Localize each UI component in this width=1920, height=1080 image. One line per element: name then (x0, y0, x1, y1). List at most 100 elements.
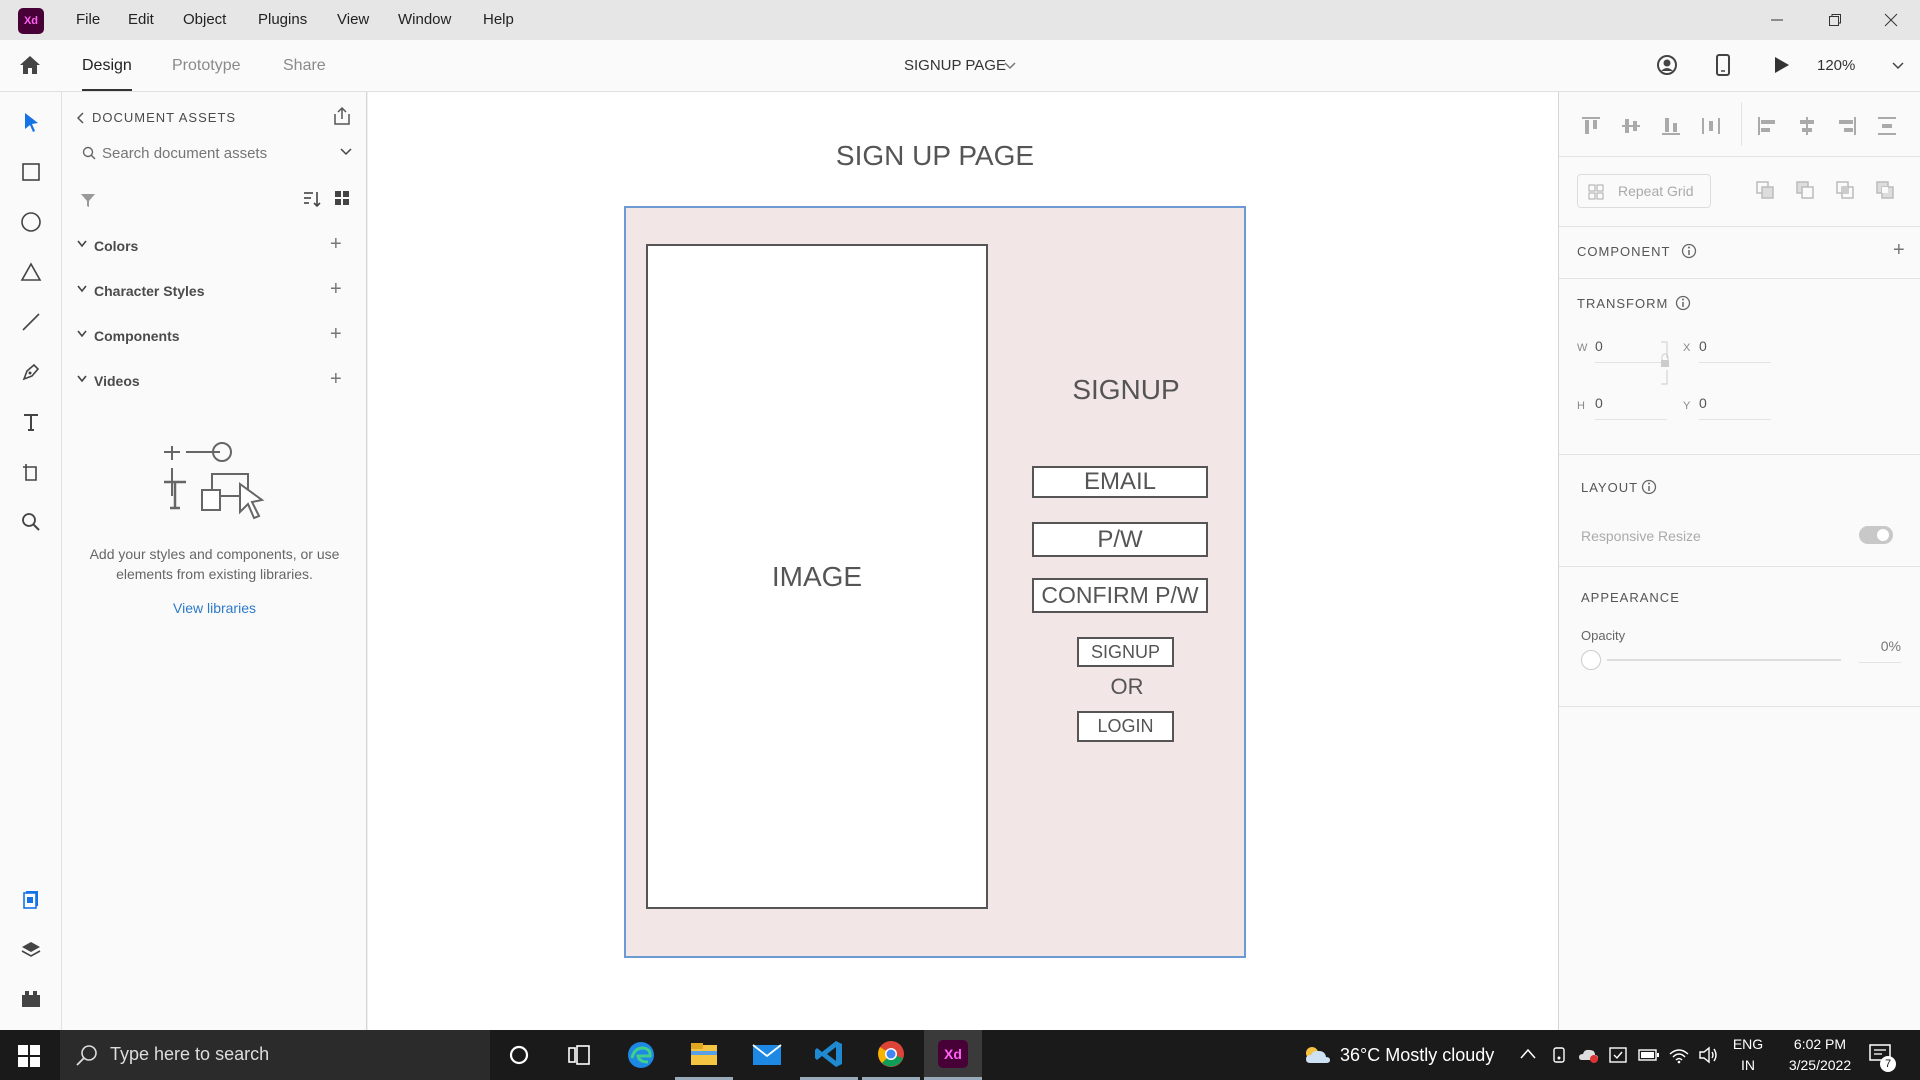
distribute-vertical-icon[interactable] (1701, 116, 1721, 136)
menu-file[interactable]: File (76, 0, 100, 40)
opacity-slider-track[interactable] (1607, 659, 1841, 661)
clock-date[interactable]: 3/25/2022 (1770, 1057, 1870, 1073)
filter-icon[interactable] (80, 192, 96, 208)
chevron-down-icon[interactable] (77, 285, 87, 293)
taskbar-search-box[interactable]: Type here to search (60, 1030, 490, 1080)
align-left-icon[interactable] (1757, 116, 1777, 136)
close-button[interactable] (1862, 0, 1920, 40)
section-character-styles[interactable]: Character Styles (94, 283, 205, 299)
x-input[interactable]: 0 (1699, 338, 1771, 363)
password-field[interactable]: P/W (1032, 522, 1208, 557)
document-title[interactable]: SIGNUP PAGE (904, 40, 1006, 92)
clock-time[interactable]: 6:02 PM (1770, 1036, 1870, 1052)
pen-tool-icon[interactable] (16, 357, 46, 387)
tab-prototype[interactable]: Prototype (172, 40, 240, 92)
artboard-tool-icon[interactable] (16, 457, 46, 487)
chevron-down-icon[interactable] (1004, 62, 1016, 70)
chevron-down-icon[interactable] (77, 375, 87, 383)
info-icon[interactable] (1681, 243, 1697, 259)
tab-design[interactable]: Design (82, 40, 132, 92)
text-tool-icon[interactable] (16, 407, 46, 437)
chrome-icon[interactable] (862, 1030, 920, 1080)
language-indicator-top[interactable]: ENG (1732, 1036, 1764, 1052)
line-tool-icon[interactable] (16, 307, 46, 337)
signup-artboard[interactable]: IMAGE SIGNUP EMAIL P/W CONFIRM P/W SIGNU… (624, 206, 1246, 958)
repeat-grid-button[interactable]: Repeat Grid (1577, 174, 1711, 208)
opacity-input[interactable]: 0% (1859, 638, 1901, 663)
search-options-chevron-icon[interactable] (340, 148, 352, 156)
polygon-tool-icon[interactable] (16, 257, 46, 287)
ellipse-tool-icon[interactable] (16, 207, 46, 237)
boolean-subtract-icon[interactable] (1795, 180, 1815, 200)
signup-button[interactable]: SIGNUP (1077, 637, 1174, 667)
plugins-panel-icon[interactable] (16, 984, 46, 1014)
task-view-icon[interactable] (550, 1030, 608, 1080)
back-chevron-icon[interactable] (77, 112, 85, 124)
grid-view-icon[interactable] (334, 190, 350, 206)
add-color-button[interactable]: + (330, 234, 342, 254)
play-icon[interactable] (1774, 56, 1790, 74)
battery-icon[interactable] (1638, 1048, 1660, 1062)
edge-browser-icon[interactable] (612, 1030, 670, 1080)
aspect-lock-icon[interactable] (1659, 340, 1671, 388)
opacity-slider-handle[interactable] (1581, 650, 1601, 670)
layers-panel-icon[interactable] (16, 934, 46, 964)
zoom-level[interactable]: 120% (1817, 40, 1855, 92)
menu-window[interactable]: Window (398, 0, 451, 40)
menu-edit[interactable]: Edit (128, 0, 154, 40)
assets-search-input[interactable] (102, 140, 322, 166)
info-icon[interactable] (1675, 295, 1691, 311)
tab-share[interactable]: Share (283, 40, 326, 92)
add-character-style-button[interactable]: + (330, 279, 342, 299)
boolean-exclude-icon[interactable] (1875, 180, 1895, 200)
align-right-icon[interactable] (1837, 116, 1857, 136)
align-bottom-icon[interactable] (1661, 116, 1681, 136)
section-components[interactable]: Components (94, 328, 180, 344)
user-share-icon[interactable] (1656, 54, 1678, 76)
boolean-add-icon[interactable] (1755, 180, 1775, 200)
responsive-resize-toggle[interactable] (1859, 526, 1893, 544)
add-video-button[interactable]: + (330, 369, 342, 389)
mail-icon[interactable] (738, 1030, 796, 1080)
windows-start-icon[interactable] (18, 1045, 40, 1067)
align-middle-icon[interactable] (1621, 116, 1641, 136)
align-center-icon[interactable] (1797, 116, 1817, 136)
language-indicator-bottom[interactable]: IN (1732, 1057, 1764, 1073)
device-preview-icon[interactable] (1716, 54, 1730, 76)
image-placeholder[interactable]: IMAGE (646, 244, 988, 909)
chevron-down-icon[interactable] (77, 240, 87, 248)
restore-button[interactable] (1806, 0, 1864, 40)
y-input[interactable]: 0 (1699, 395, 1771, 420)
align-top-icon[interactable] (1581, 116, 1601, 136)
minimize-button[interactable] (1748, 0, 1806, 40)
info-icon[interactable] (1641, 479, 1657, 495)
weather-cloud-icon[interactable] (1302, 1043, 1332, 1067)
wifi-icon[interactable] (1668, 1046, 1690, 1064)
share-export-icon[interactable] (332, 106, 352, 126)
boolean-intersect-icon[interactable] (1835, 180, 1855, 200)
rectangle-tool-icon[interactable] (16, 157, 46, 187)
menu-help[interactable]: Help (483, 0, 514, 40)
zoom-chevron-icon[interactable] (1892, 62, 1904, 70)
email-field[interactable]: EMAIL (1032, 466, 1208, 498)
distribute-horizontal-icon[interactable] (1877, 116, 1897, 136)
add-component-button[interactable]: + (330, 324, 342, 344)
adobe-xd-taskbar-icon[interactable]: Xd (924, 1030, 982, 1080)
home-icon[interactable] (18, 54, 42, 76)
cortana-icon[interactable] (490, 1030, 548, 1080)
tray-security-icon[interactable] (1608, 1046, 1628, 1064)
select-tool-icon[interactable] (16, 107, 46, 137)
onedrive-error-icon[interactable] (1578, 1046, 1600, 1064)
zoom-tool-icon[interactable] (16, 507, 46, 537)
section-colors[interactable]: Colors (94, 238, 138, 254)
assets-panel-icon[interactable] (16, 884, 46, 914)
show-hidden-icons-chevron-icon[interactable] (1520, 1048, 1536, 1060)
tray-device-icon[interactable] (1550, 1046, 1568, 1064)
section-videos[interactable]: Videos (94, 373, 140, 389)
view-libraries-link[interactable]: View libraries (72, 600, 357, 616)
weather-text[interactable]: 36°C Mostly cloudy (1340, 1045, 1494, 1066)
confirm-password-field[interactable]: CONFIRM P/W (1032, 578, 1208, 613)
create-component-button[interactable]: + (1893, 240, 1905, 260)
chevron-down-icon[interactable] (77, 330, 87, 338)
height-input[interactable]: 0 (1595, 395, 1667, 420)
